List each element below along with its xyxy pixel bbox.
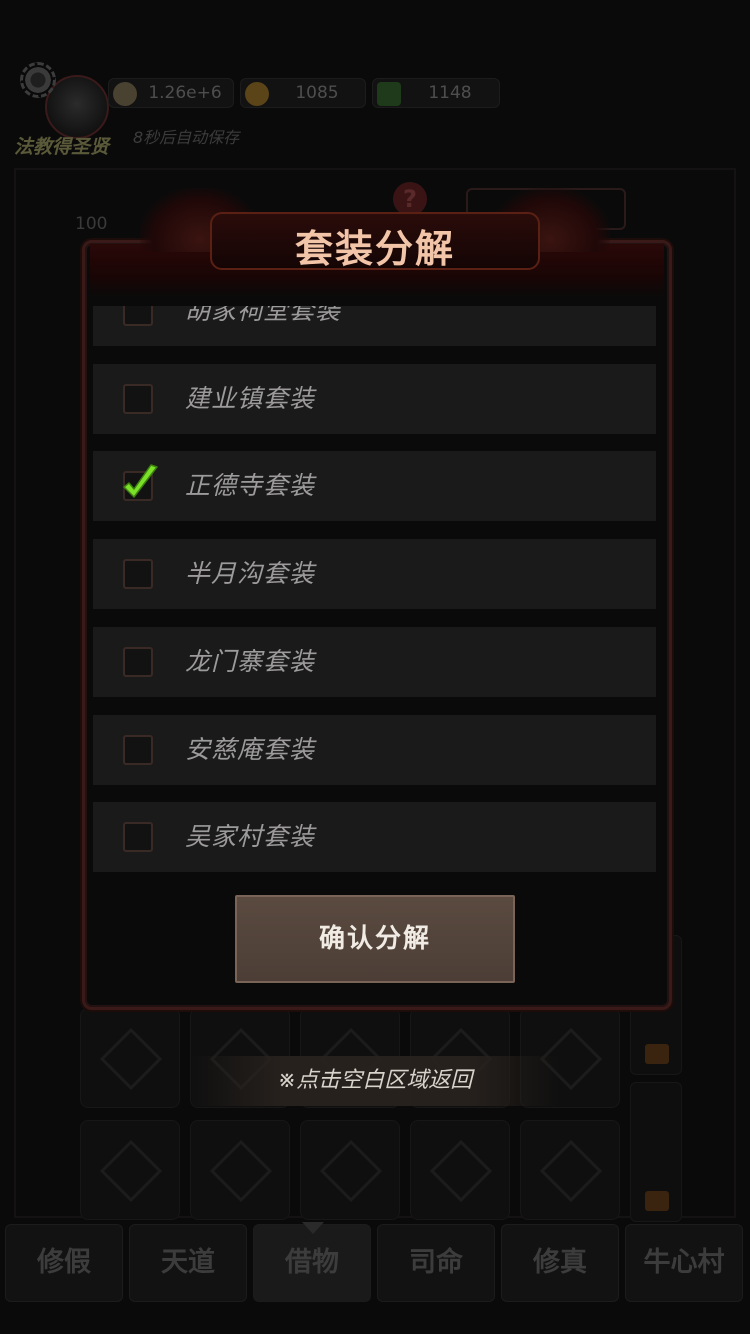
tab-xiujia[interactable]: 修假 — [5, 1224, 123, 1302]
set-name: 建业镇套装 — [185, 384, 316, 413]
tab-niuxincun[interactable]: 牛心村 — [625, 1224, 743, 1302]
tab-tiandao[interactable]: 天道 — [129, 1224, 247, 1302]
inventory-slot[interactable] — [300, 1120, 400, 1220]
list-item[interactable]: 半月沟套装 — [93, 539, 656, 609]
checkbox-checked[interactable] — [123, 464, 158, 501]
list-item[interactable]: 安慈庵套装 — [93, 715, 656, 785]
checkbox[interactable] — [123, 559, 153, 589]
return-hint: ※点击空白区域返回 — [190, 1056, 560, 1106]
inventory-slot[interactable] — [410, 1120, 510, 1220]
copper-coin-icon — [113, 82, 137, 106]
resource-jade: 1148 — [372, 78, 500, 108]
bottom-tab-bar: 修假 天道 借物 司命 修真 牛心村 — [0, 1222, 750, 1304]
checkbox[interactable] — [123, 822, 153, 852]
inventory-slot[interactable] — [80, 1120, 180, 1220]
resource-value: 1148 — [428, 83, 472, 103]
gold-ingot-icon — [245, 82, 269, 106]
background-number: 100 — [75, 214, 108, 234]
set-name: 正德寺套装 — [185, 471, 316, 500]
top-hud: 法教得圣贤 8秒后自动保存 1.26e+6 1085 1148 — [0, 0, 750, 170]
tab-siming[interactable]: 司命 — [377, 1224, 495, 1302]
resource-copper: 1.26e+6 — [108, 78, 234, 108]
list-item[interactable]: 龙门寨套装 — [93, 627, 656, 697]
inventory-slot[interactable] — [80, 1008, 180, 1108]
locked-page-tab[interactable] — [630, 1082, 682, 1222]
checkbox[interactable] — [123, 735, 153, 765]
list-item[interactable]: 建业镇套装 — [93, 364, 656, 434]
checkbox[interactable] — [123, 647, 153, 677]
gear-icon[interactable] — [20, 62, 56, 98]
set-list[interactable]: 胡家祠堂套装 建业镇套装 正德寺套装 半月沟套装 龙门寨套装 安慈庵套装 吴家村… — [93, 306, 657, 874]
jade-icon — [377, 82, 401, 106]
resource-value: 1085 — [295, 83, 339, 103]
set-name: 半月沟套装 — [185, 559, 316, 588]
list-item[interactable]: 正德寺套装 — [93, 451, 656, 521]
help-icon[interactable]: ? — [393, 182, 427, 216]
player-name: 法教得圣贤 — [14, 136, 110, 158]
lock-icon — [645, 1044, 669, 1064]
active-tab-pointer — [302, 1222, 324, 1234]
checkmark-icon — [123, 464, 158, 498]
checkbox[interactable] — [123, 306, 153, 326]
set-name: 安慈庵套装 — [185, 735, 316, 764]
lock-icon — [645, 1191, 669, 1211]
resource-gold: 1085 — [240, 78, 366, 108]
confirm-decompose-button[interactable]: 确认分解 — [235, 895, 515, 983]
set-name: 胡家祠堂套装 — [185, 306, 342, 325]
list-item[interactable]: 胡家祠堂套装 — [93, 306, 656, 346]
list-item[interactable]: 吴家村套装 — [93, 802, 656, 872]
set-name: 龙门寨套装 — [185, 647, 316, 676]
dialog-title: 套装分解 — [294, 227, 455, 271]
tab-jiewu[interactable]: 借物 — [253, 1224, 371, 1302]
resource-value: 1.26e+6 — [148, 83, 222, 103]
dialog-title-plate: 套装分解 — [210, 212, 540, 271]
checkbox[interactable] — [123, 384, 153, 414]
tab-xiuzhen[interactable]: 修真 — [501, 1224, 619, 1302]
inventory-slot[interactable] — [190, 1120, 290, 1220]
inventory-slot[interactable] — [520, 1120, 620, 1220]
set-name: 吴家村套装 — [185, 822, 316, 851]
autosave-status: 8秒后自动保存 — [133, 128, 240, 147]
